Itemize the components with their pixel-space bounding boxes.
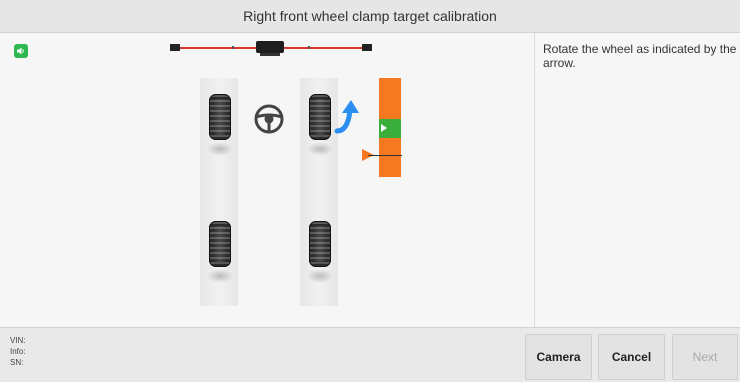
tire-shadow (307, 142, 333, 156)
position-line (368, 155, 402, 156)
main-area: Rotate the wheel as indicated by the arr… (0, 33, 740, 327)
sn-label: SN: (10, 358, 24, 367)
rotate-arrow-icon (334, 100, 359, 134)
page-title: Right front wheel clamp target calibrati… (243, 8, 497, 24)
info-label: Info: (10, 347, 26, 356)
title-bar: Right front wheel clamp target calibrati… (0, 0, 740, 33)
right-rear-tire (309, 221, 331, 267)
right-front-tire (309, 94, 331, 140)
vin-label: VIN: (10, 336, 26, 345)
tire-shadow (207, 142, 233, 156)
tire-shadow (307, 269, 333, 283)
sensor-beam (170, 41, 372, 56)
alignment-diagram (0, 33, 535, 327)
instruction-panel: Rotate the wheel as indicated by the arr… (535, 33, 740, 327)
tire-shadow (207, 269, 233, 283)
left-front-tire (209, 94, 231, 140)
steering-wheel-icon (254, 104, 284, 134)
vehicle-info: VIN: Info: SN: (10, 335, 26, 368)
speaker-icon[interactable] (14, 44, 28, 58)
next-button[interactable]: Next (672, 334, 738, 380)
cancel-button[interactable]: Cancel (598, 334, 665, 380)
target-marker (381, 124, 387, 132)
left-rear-tire (209, 221, 231, 267)
camera-button[interactable]: Camera (525, 334, 592, 380)
instruction-text: Rotate the wheel as indicated by the arr… (543, 42, 737, 70)
footer-bar: VIN: Info: SN: Camera Cancel Next (0, 327, 740, 382)
